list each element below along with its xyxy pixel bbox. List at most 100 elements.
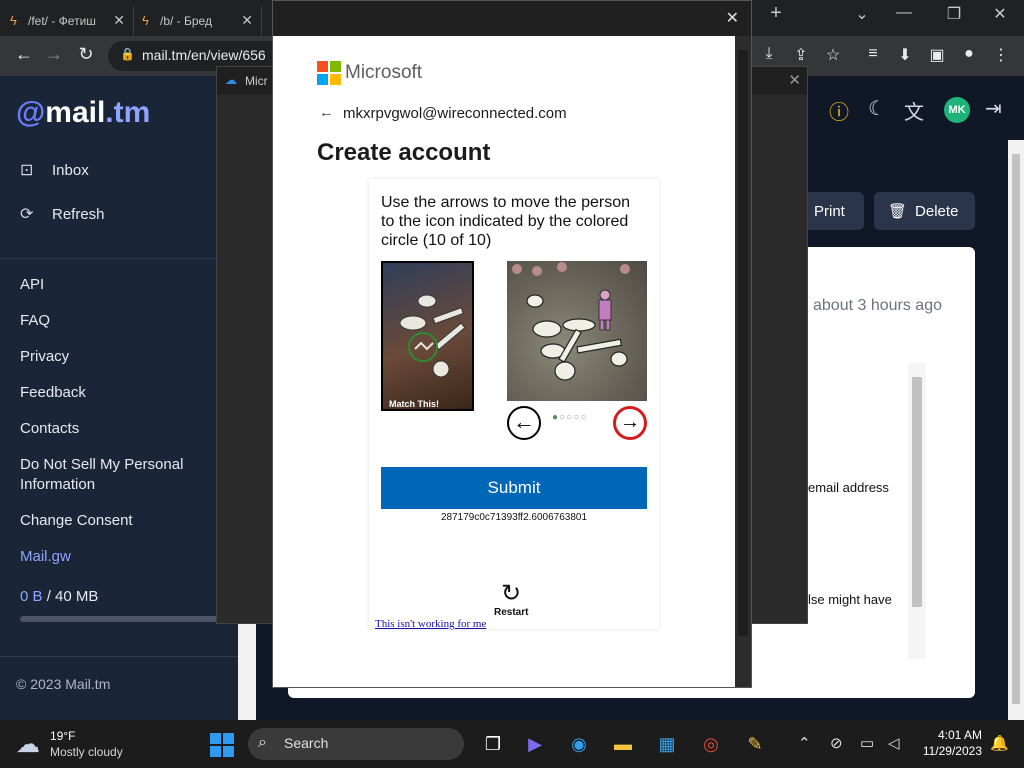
forward-icon[interactable]: → bbox=[42, 44, 66, 65]
display-icon[interactable]: ▭ bbox=[860, 734, 874, 752]
dark-mode-icon[interactable]: ☾ bbox=[868, 96, 886, 121]
refresh-icon: ⟳ bbox=[20, 206, 34, 223]
delete-button[interactable]: 🗑 Delete bbox=[874, 192, 975, 230]
message-body-text: email address bbox=[808, 480, 889, 495]
logout-icon[interactable]: ⇥ bbox=[985, 96, 1002, 121]
clock-date[interactable]: 11/29/2023 bbox=[900, 744, 982, 758]
captcha-left-arrow-button[interactable]: ← bbox=[507, 406, 541, 440]
message-scrollbar[interactable] bbox=[908, 363, 926, 659]
tab-title: /b/ - Бред bbox=[160, 14, 212, 28]
avatar[interactable]: MK bbox=[944, 97, 970, 123]
tab-favicon-icon: ϟ bbox=[10, 13, 17, 28]
close-tab-icon[interactable]: ✕ bbox=[241, 12, 253, 29]
download-icon[interactable]: ⬇ bbox=[894, 45, 916, 65]
tab-search-icon[interactable]: ⌄ bbox=[842, 4, 882, 24]
scrollbar-thumb[interactable] bbox=[738, 50, 748, 636]
start-menu-icon[interactable] bbox=[210, 733, 234, 757]
task-view-icon[interactable]: ❐ bbox=[480, 731, 506, 757]
divider bbox=[0, 656, 240, 657]
taskbar: ☁ 19°F Mostly cloudy ⌕ Search ❐ ▶ ◉ ▬ ▦ … bbox=[0, 720, 1024, 768]
sidebar-link-faq[interactable]: FAQ bbox=[20, 311, 210, 331]
page-title: Create account bbox=[317, 139, 491, 166]
person-figure bbox=[598, 289, 612, 331]
trash-icon: 🗑 bbox=[888, 203, 908, 220]
menu-icon[interactable]: ⋮ bbox=[990, 45, 1012, 65]
tab-favicon-icon: ϟ bbox=[142, 13, 149, 28]
network-icon[interactable]: ⊘ bbox=[830, 734, 843, 752]
scrollbar-thumb[interactable] bbox=[912, 377, 922, 607]
sidebar-item-label: Refresh bbox=[52, 205, 105, 223]
browser-tab[interactable]: ϟ /fet/ - Фетиш ✕ bbox=[6, 6, 134, 36]
weather-cloud-icon[interactable]: ☁ bbox=[16, 730, 40, 759]
microsoft-wordmark: Microsoft bbox=[345, 62, 423, 83]
dialog-title: Micr bbox=[245, 74, 268, 88]
sidebar-link-feedback[interactable]: Feedback bbox=[20, 383, 210, 403]
browser-tab[interactable]: ϟ /b/ - Бред ✕ bbox=[138, 6, 262, 36]
close-tab-icon[interactable]: ✕ bbox=[113, 12, 125, 29]
profile-icon[interactable]: ● bbox=[958, 45, 980, 63]
sidebar-link-mailgw[interactable]: Mail.gw bbox=[20, 547, 210, 567]
print-label: Print bbox=[814, 202, 845, 220]
side-panel-icon[interactable]: ▣ bbox=[926, 45, 948, 65]
logo-mail: mail bbox=[45, 96, 106, 129]
sidebar-link-contacts[interactable]: Contacts bbox=[20, 419, 210, 439]
weather-temperature[interactable]: 19°F bbox=[50, 729, 75, 743]
chrome-icon[interactable]: ◎ bbox=[698, 731, 724, 757]
warning-icon[interactable]: ⓘ bbox=[829, 96, 849, 125]
taskbar-search[interactable]: ⌕ Search bbox=[248, 728, 464, 760]
submit-button[interactable]: Submit bbox=[381, 467, 647, 509]
quota-used: 0 B bbox=[20, 588, 43, 605]
minimize-icon[interactable]: — bbox=[884, 4, 924, 22]
share-icon[interactable]: ⇪ bbox=[790, 45, 812, 65]
weather-description[interactable]: Mostly cloudy bbox=[50, 745, 123, 759]
divider bbox=[0, 258, 240, 259]
logo-at: @ bbox=[16, 96, 46, 129]
session-id: 287179c0c71393ff2.6006763801 bbox=[440, 512, 588, 523]
page-scrollbar[interactable] bbox=[1008, 140, 1024, 720]
storage-quota: 0 B / 40 MB bbox=[20, 588, 98, 605]
close-window-icon[interactable]: ✕ bbox=[980, 4, 1020, 24]
meet-icon[interactable]: ▶ bbox=[522, 731, 548, 757]
reload-icon[interactable]: ↻ bbox=[74, 44, 98, 65]
not-working-link[interactable]: This isn't working for me bbox=[375, 618, 486, 630]
translate-icon[interactable]: 文 bbox=[904, 96, 924, 125]
popup-scrollbar[interactable] bbox=[735, 36, 751, 687]
sidebar-link-privacy[interactable]: Privacy bbox=[20, 347, 210, 367]
store-icon[interactable]: ▦ bbox=[654, 731, 680, 757]
restore-icon[interactable]: ❐ bbox=[934, 4, 974, 24]
close-icon[interactable]: ✕ bbox=[788, 71, 801, 89]
sidebar-link-change-consent[interactable]: Change Consent bbox=[20, 511, 210, 531]
bookmark-star-icon[interactable]: ☆ bbox=[822, 45, 844, 65]
reading-list-icon[interactable]: ≡ bbox=[862, 45, 884, 63]
captcha-scene-image bbox=[507, 261, 647, 401]
file-explorer-icon[interactable]: ▬ bbox=[610, 731, 636, 757]
new-tab-button[interactable]: + bbox=[756, 2, 796, 25]
volume-icon[interactable]: ◁ bbox=[888, 734, 900, 752]
notification-bell-icon[interactable]: 🔔 bbox=[990, 734, 1009, 752]
tray-overflow-icon[interactable]: ⌃ bbox=[798, 734, 811, 752]
restart-button[interactable]: Restart bbox=[494, 607, 528, 618]
microsoft-signup-popup: ✕ Microsoft ← mkxrpvgwol@wireconnected.c… bbox=[272, 0, 752, 688]
sidebar-item-refresh[interactable]: ⟳ Refresh bbox=[20, 204, 105, 224]
scrollbar-thumb[interactable] bbox=[1012, 154, 1020, 704]
match-this-label: Match This! bbox=[389, 399, 440, 409]
clock-time[interactable]: 4:01 AM bbox=[932, 728, 982, 742]
captcha-reference-image: Match This! bbox=[381, 261, 474, 411]
message-body-text: lse might have bbox=[808, 592, 892, 607]
sidebar: @mail.tm ⊡ Inbox ⟳ Refresh API FAQ Priva… bbox=[0, 76, 240, 720]
back-icon[interactable]: ← bbox=[12, 44, 36, 65]
restart-icon[interactable]: ↻ bbox=[501, 579, 521, 608]
sidebar-link-do-not-sell[interactable]: Do Not Sell My Personal Information bbox=[20, 455, 210, 495]
onedrive-cloud-icon: ☁ bbox=[225, 73, 237, 87]
notepad-icon[interactable]: ✎ bbox=[742, 731, 768, 757]
sidebar-item-inbox[interactable]: ⊡ Inbox bbox=[20, 160, 89, 180]
captcha-right-arrow-button[interactable]: → bbox=[613, 406, 647, 440]
sidebar-link-api[interactable]: API bbox=[20, 275, 210, 295]
edge-icon[interactable]: ◉ bbox=[566, 731, 592, 757]
install-icon[interactable]: ⤓ bbox=[758, 45, 780, 63]
back-arrow-icon[interactable]: ← bbox=[319, 104, 334, 121]
close-icon[interactable]: ✕ bbox=[726, 8, 739, 28]
mailtm-logo[interactable]: @mail.tm bbox=[16, 96, 150, 130]
reference-illustration bbox=[399, 294, 466, 378]
captcha-puzzle: Use the arrows to move the person to the… bbox=[369, 179, 659, 630]
